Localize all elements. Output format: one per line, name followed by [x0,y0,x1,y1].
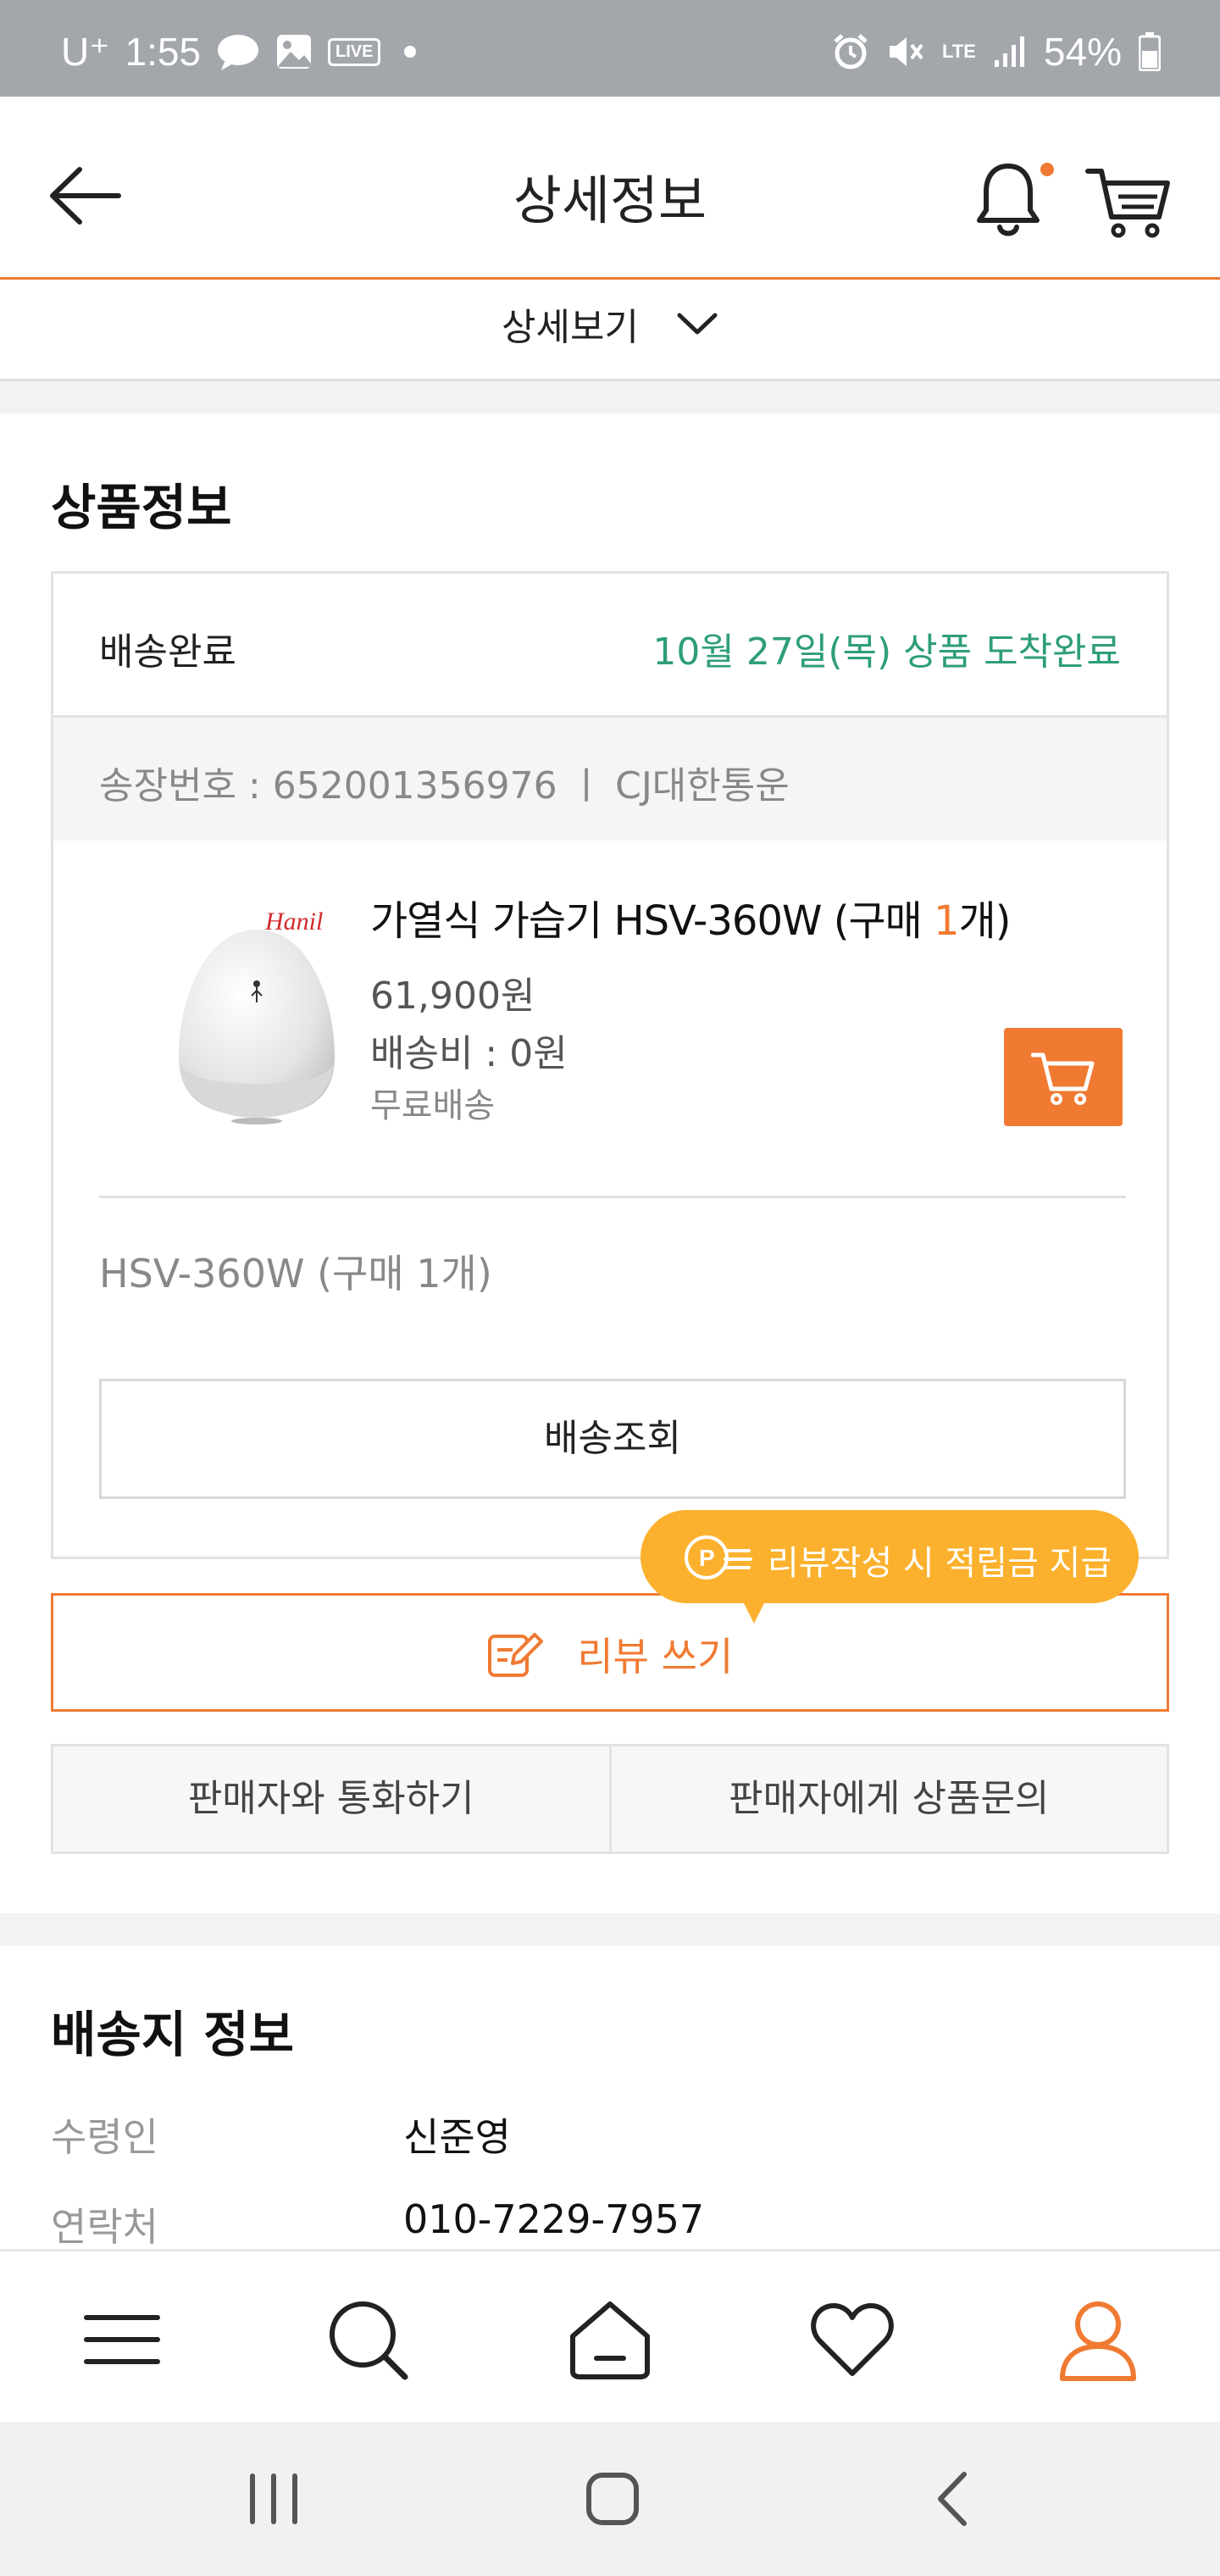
notification-dot [1040,163,1054,176]
bottom-nav [0,2249,1220,2422]
recent-apps-icon[interactable] [246,2469,302,2529]
bell-icon[interactable] [974,161,1042,239]
clock: 1:55 [125,30,202,74]
chevron-down-icon [677,313,718,335]
write-review-button[interactable]: 리뷰 쓰기 [51,1593,1169,1712]
home-icon[interactable] [568,2297,652,2382]
contact-label: 연락처 [51,2204,158,2250]
product-name-prefix: 가열식 가습기 HSV-360W (구매 [370,897,934,945]
add-to-cart-button[interactable] [1004,1028,1123,1126]
app-header: 상세정보 [0,97,1220,280]
network-label: LTE [942,41,976,62]
detail-toggle-label: 상세보기 [502,306,639,349]
chat-bubble-icon [218,35,259,70]
shipping-status: 배송완료 [99,630,236,674]
divider [99,1196,1126,1198]
section-title: 배송지 정보 [51,2006,294,2063]
tracking-row: 송장번호 : 652001356976 ㅣ CJ대한통운 [53,718,1167,841]
free-shipping-label: 무료배송 [370,1086,496,1125]
mute-icon [890,37,923,66]
status-right: LTE 54% [832,29,1161,75]
seller-actions: 판매자와 통화하기 판매자에게 상품문의 [51,1744,1169,1854]
tooltip-text: 리뷰작성 시 적립금 지급 [768,1544,1112,1583]
shipping-fee: 배송비 : 0원 [370,1032,568,1075]
cart-icon [1031,1052,1095,1105]
recipient-value: 신준영 [403,2114,511,2160]
alarm-icon [834,34,868,69]
product-price: 61,900원 [370,974,535,1018]
section-title: 상품정보 [51,479,232,536]
call-seller-button[interactable]: 판매자와 통화하기 [53,1746,612,1852]
shipping-status-row: 배송완료 10월 27일(목) 상품 도착완료 [53,574,1167,718]
delivery-info-section: 배송지 정보 수령인 신준영 연락처 010-7229-7957 [0,1946,1220,2285]
status-bar: U⁺ 1:55 LIVE LTE 54% [0,0,1220,97]
svg-text:P: P [699,1545,715,1571]
write-review-label: 리뷰 쓰기 [577,1634,734,1679]
back-button-icon[interactable] [932,2469,974,2529]
product-name[interactable]: 가열식 가습기 HSV-360W (구매 1개) [370,887,1012,947]
live-badge-icon: LIVE [328,37,381,66]
track-delivery-button[interactable]: 배송조회 [99,1379,1126,1499]
search-icon[interactable] [325,2297,410,2382]
user-icon[interactable] [1056,2297,1140,2382]
carrier-label: U⁺ [61,30,110,74]
edit-icon [487,1633,543,1677]
review-reward-tooltip: P 리뷰작성 시 적립금 지급 [640,1510,1139,1624]
recipient-label: 수령인 [51,2114,158,2160]
heart-icon[interactable] [810,2297,895,2382]
detail-toggle[interactable]: 상세보기 [0,280,1220,381]
brand-logo: Hanil [264,908,323,935]
product-name-suffix: 개) [958,897,1012,945]
ask-seller-button[interactable]: 판매자에게 상품문의 [612,1746,1167,1852]
battery-icon [1139,32,1161,71]
order-box: 배송완료 10월 27일(목) 상품 도착완료 송장번호 : 652001356… [51,571,1169,1559]
status-left: U⁺ 1:55 LIVE [61,29,417,75]
arrival-date: 10월 27일(목) 상품 도착완료 [652,630,1121,674]
menu-icon[interactable] [80,2297,164,2382]
point-coin-icon: P [685,1535,752,1579]
product-qty: 1 [934,897,960,945]
product-info-section: 상품정보 배송완료 10월 27일(목) 상품 도착완료 송장번호 : 6520… [0,414,1220,1913]
tracking-number: 송장번호 : 652001356976 ㅣ CJ대한통운 [99,764,790,808]
dot-indicator [404,46,417,58]
cart-icon[interactable] [1084,164,1173,241]
battery-percent: 54% [1043,30,1122,74]
contact-value: 010-7229-7957 [403,2196,705,2242]
gallery-icon [277,35,312,69]
system-nav-bar [0,2422,1220,2576]
signal-icon [994,36,1024,67]
product-image[interactable]: Hanil [130,896,384,1150]
home-button-icon[interactable] [585,2469,640,2529]
option-text: HSV-360W (구매 1개) [99,1251,492,1296]
